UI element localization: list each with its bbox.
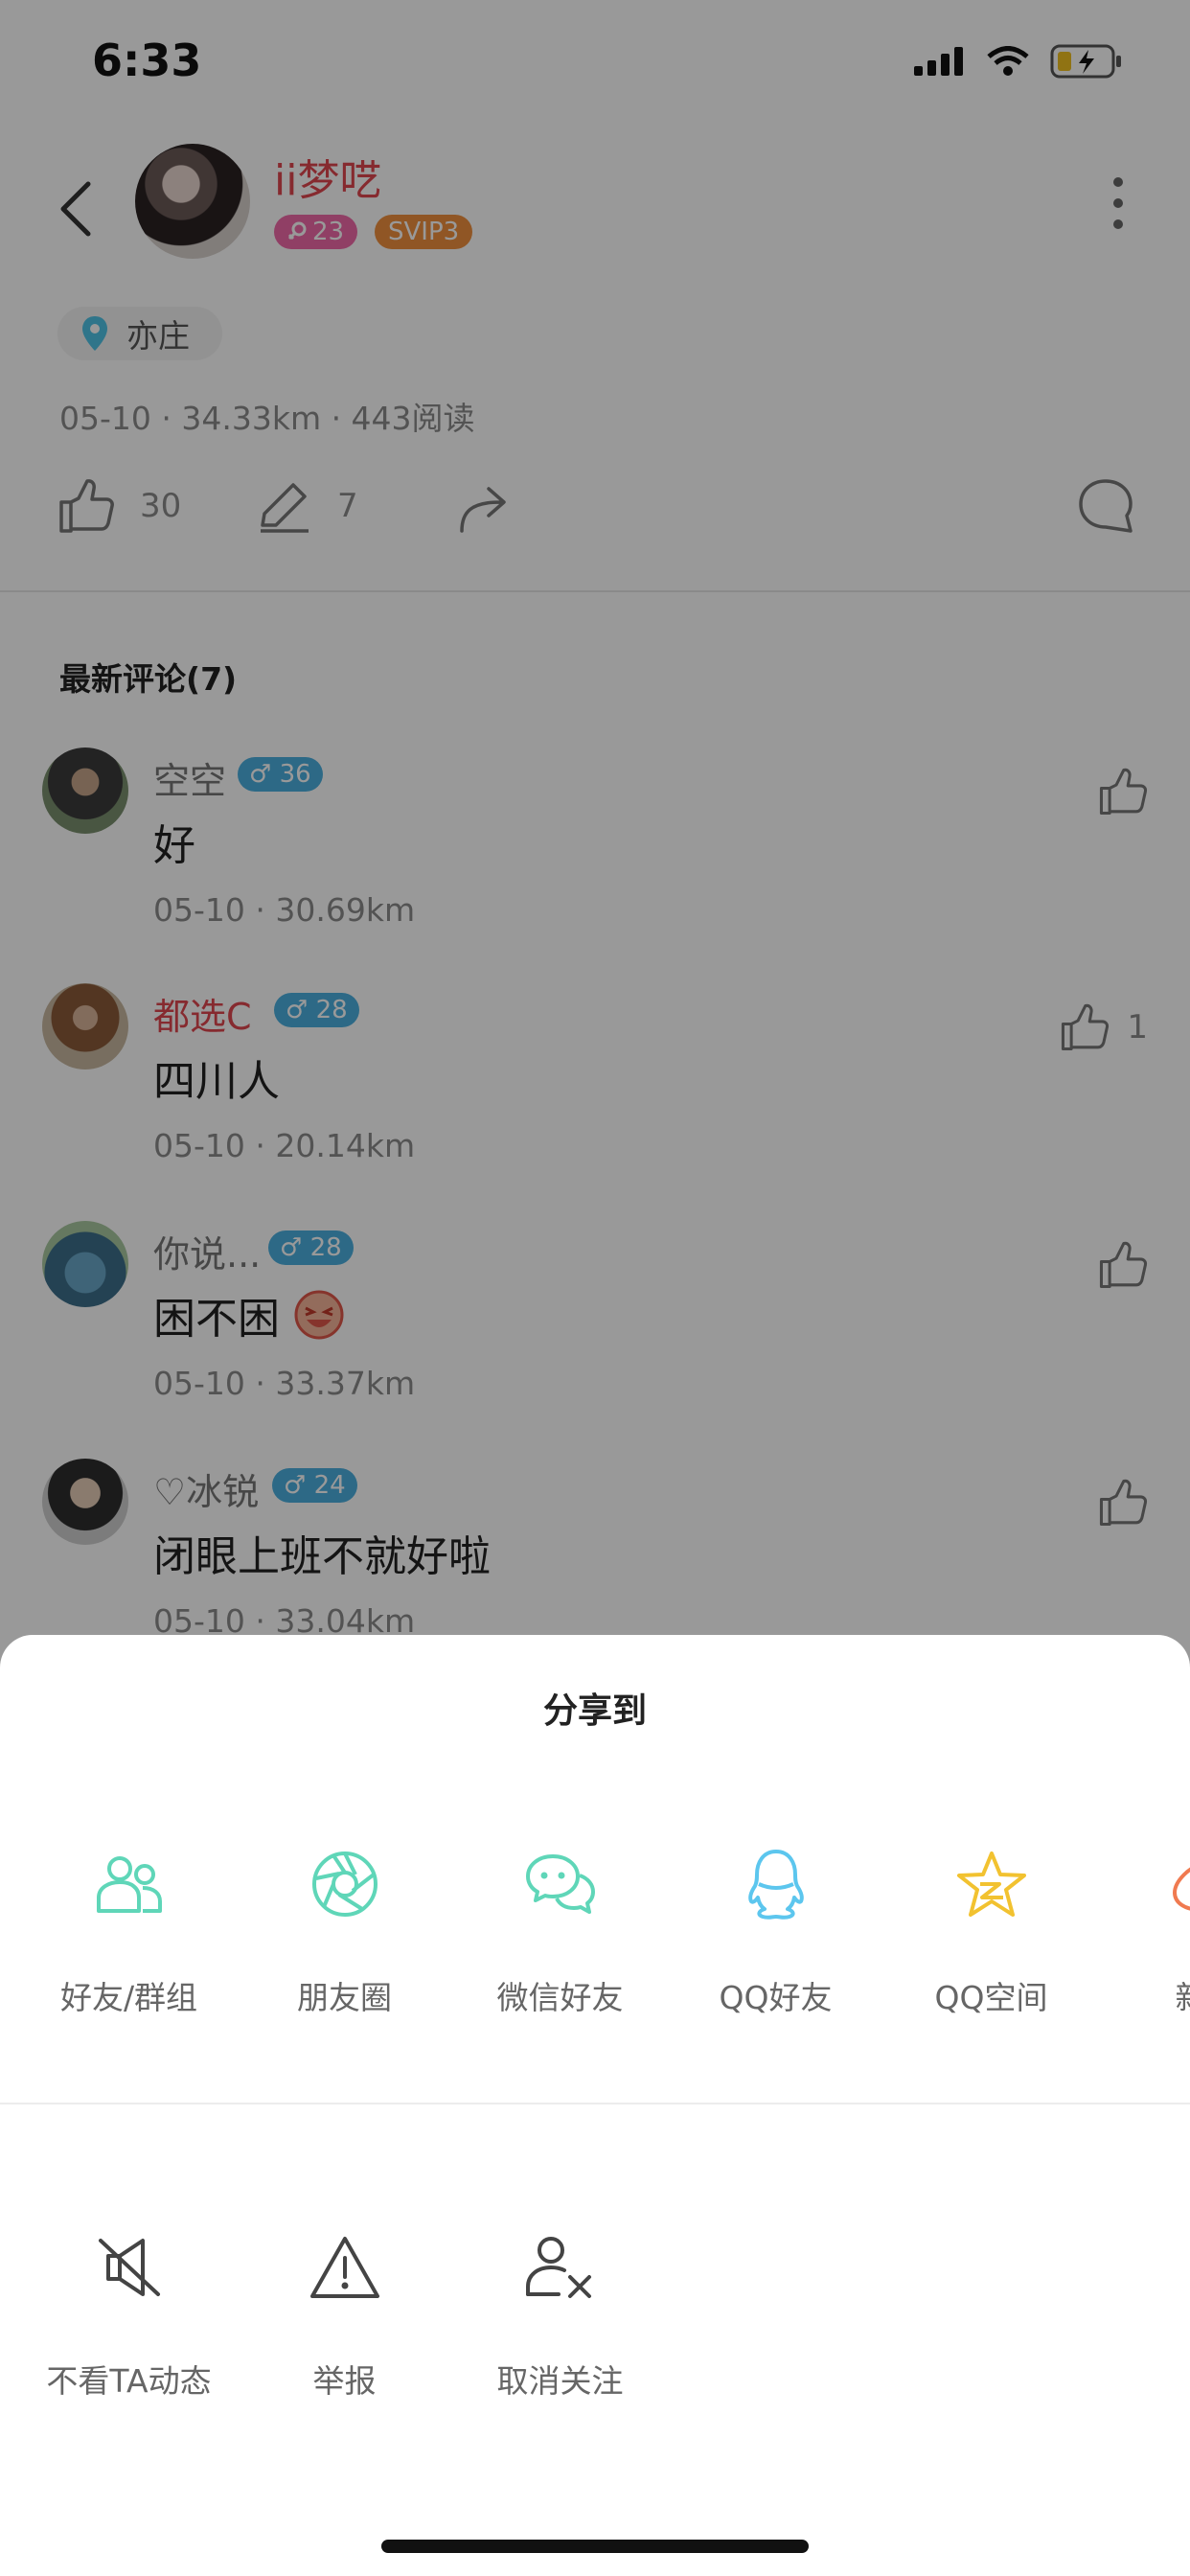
unfollow-icon — [525, 2237, 591, 2298]
option-label: 不看TA动态 — [46, 2362, 212, 2400]
share-target-label: 好友/群组 — [59, 1979, 198, 2016]
post-detail-page: 6:33 ii梦呓 23 SVIP3 亦庄 05-10 · 34.33km · … — [0, 0, 1190, 2576]
share-target-label: 朋友圈 — [297, 1979, 392, 2016]
more-options-row: 不看TA动态 举报 取消关注 — [0, 2220, 1190, 2411]
option-label: 举报 — [312, 2362, 377, 2400]
share-target-label: 微信好友 — [496, 1979, 624, 2016]
option-unfollow[interactable]: 取消关注 — [452, 2220, 668, 2402]
moments-icon — [311, 1852, 378, 1917]
hide-feed-icon — [98, 2239, 160, 2296]
share-qzone[interactable]: QQ空间 — [883, 1836, 1099, 2018]
share-target-label: QQ空间 — [934, 1979, 1048, 2016]
share-moments[interactable]: 朋友圈 — [237, 1836, 452, 2018]
option-label: 取消关注 — [496, 2362, 624, 2400]
qq-icon — [747, 1850, 804, 1920]
share-sheet-title: 分享到 — [542, 1691, 647, 1731]
share-target-label: 新浪 — [1099, 1972, 1190, 2018]
weibo-icon — [1172, 1867, 1190, 1911]
option-hide-feed[interactable]: 不看TA动态 — [21, 2220, 237, 2402]
share-targets-row: 好友/群组 朋友圈 微信好友 QQ好友 QQ空间 — [0, 1836, 1190, 2028]
share-wechat[interactable]: 微信好友 — [452, 1836, 668, 2018]
share-target-label: QQ好友 — [719, 1979, 833, 2016]
qzone-icon — [956, 1852, 1026, 1917]
option-report[interactable]: 举报 — [237, 2220, 452, 2402]
share-qq[interactable]: QQ好友 — [668, 1836, 883, 2018]
wechat-icon — [525, 1854, 595, 1914]
sheet-divider — [0, 2103, 1190, 2104]
home-indicator[interactable] — [381, 2540, 809, 2553]
share-friends-group[interactable]: 好友/群组 — [21, 1836, 237, 2018]
share-weibo[interactable]: 新浪 — [1099, 1836, 1190, 2018]
friends-group-icon — [96, 1856, 162, 1913]
report-warning-icon — [309, 2237, 379, 2298]
share-bottom-sheet: 分享到 好友/群组 朋友圈 微信好友 QQ好友 QQ空间 不看TA动态 举报 取… — [0, 1635, 1190, 2576]
